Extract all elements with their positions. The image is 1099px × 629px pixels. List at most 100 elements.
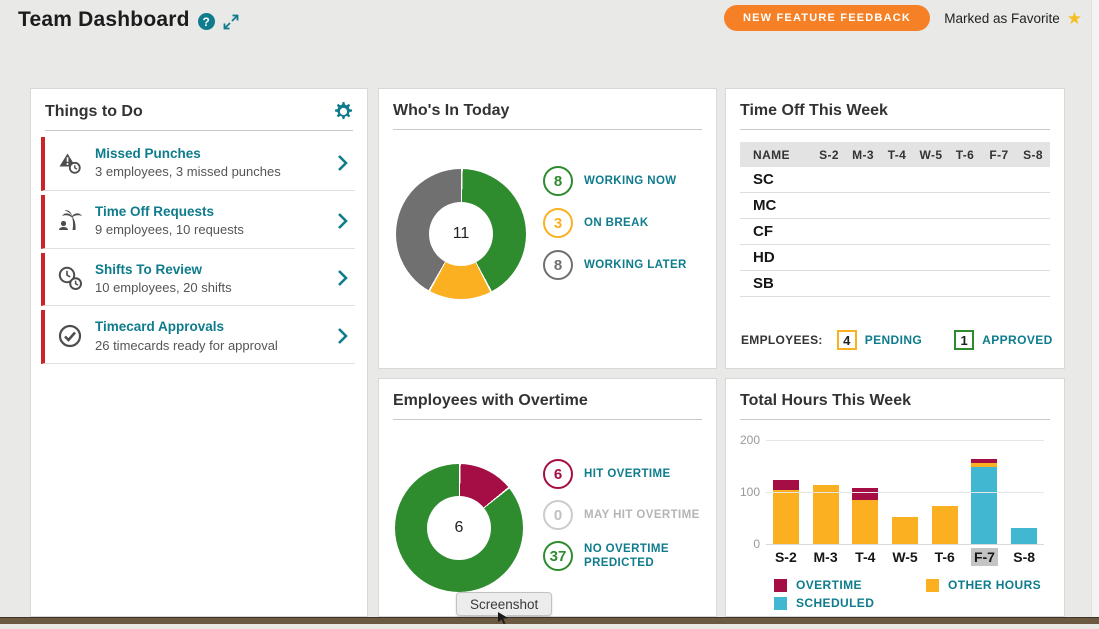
expand-icon[interactable] (223, 14, 239, 30)
employees-label: EMPLOYEES: (741, 333, 823, 347)
legend-label: SCHEDULED (796, 596, 874, 610)
whos-in-legend: 8 WORKING NOW 3 ON BREAK 8 WORKING LATER (543, 166, 687, 280)
whos-in-today-title: Who's In Today (393, 102, 509, 120)
bar-segment-other-hours (852, 500, 878, 544)
chevron-right-icon (337, 269, 351, 287)
x-axis-label-t-4: T-4 (845, 549, 885, 565)
time-off-column-t-6: T-6 (948, 148, 982, 162)
x-axis-label-s-2: S-2 (766, 549, 806, 565)
time-off-column-f-7: F-7 (982, 148, 1016, 162)
bar-segment-overtime (773, 480, 799, 491)
legend-swatch (774, 597, 787, 610)
legend-item-hit-overtime: 6HIT OVERTIME (543, 459, 702, 489)
scrollbar-track[interactable] (1091, 0, 1099, 624)
bar-segment-other-hours (892, 517, 918, 544)
legend-label: WORKING NOW (584, 174, 677, 188)
legend-item-on-break: 3 ON BREAK (543, 208, 687, 238)
time-off-column-s-2: S-2 (812, 148, 846, 162)
time-off-row-hd: HD (740, 245, 1050, 271)
y-axis-tick: 200 (730, 433, 760, 447)
time-off-row-sc: SC (740, 167, 1050, 193)
overtime-legend: 6HIT OVERTIME0MAY HIT OVERTIME37NO OVERT… (543, 459, 702, 571)
legend-count-badge: 8 (543, 250, 573, 280)
total-hours-legend: OVERTIMEOTHER HOURSSCHEDULED (774, 578, 1041, 610)
overtime-donut-chart: 6 (395, 464, 523, 592)
things-to-do-card: Things to Do Missed Punches3 employees, … (30, 88, 368, 617)
employee-initials: SC (740, 171, 812, 188)
gear-icon[interactable] (334, 102, 353, 121)
page-header: Team Dashboard ? (18, 8, 239, 32)
legend-count-badge: 37 (543, 541, 573, 571)
star-icon[interactable]: ★ (1067, 10, 1082, 27)
whos-in-donut-chart: 11 (396, 169, 526, 299)
chevron-right-icon (337, 212, 351, 230)
legend-label: WORKING LATER (584, 258, 687, 272)
legend-label: OVERTIME (796, 578, 862, 592)
legend-item-working-now: 8 WORKING NOW (543, 166, 687, 196)
gridline (766, 544, 1044, 545)
todo-item-missed-punches[interactable]: Missed Punches3 employees, 3 missed punc… (41, 137, 355, 191)
favorite-label: Marked as Favorite (944, 11, 1060, 26)
pending-label: PENDING (865, 333, 922, 347)
shifts-icon (56, 265, 84, 291)
todo-item-subtitle: 9 employees, 10 requests (95, 221, 326, 239)
approved-count-box: 1 (954, 330, 974, 350)
legend-swatch (774, 579, 787, 592)
legend-count-badge: 6 (543, 459, 573, 489)
employee-initials: HD (740, 249, 812, 266)
x-axis-label-s-8: S-8 (1004, 549, 1044, 565)
favorite-indicator: Marked as Favorite ★ (944, 10, 1082, 27)
time-off-column-s-8: S-8 (1016, 148, 1050, 162)
chevron-right-icon (337, 154, 351, 172)
vacation-icon (56, 208, 84, 234)
overtime-total: 6 (427, 496, 491, 560)
total-hours-x-axis: S-2M-3T-4W-5T-6F-7S-8 (766, 549, 1044, 565)
legend-count-badge: 3 (543, 208, 573, 238)
chevron-right-icon (337, 327, 351, 345)
y-axis-tick: 0 (730, 537, 760, 551)
approved-label: APPROVED (982, 333, 1053, 347)
total-hours-title: Total Hours This Week (740, 392, 911, 410)
gridline (766, 440, 1044, 441)
bottom-window-edge (0, 617, 1099, 624)
time-off-row-cf: CF (740, 219, 1050, 245)
legend-count-badge: 8 (543, 166, 573, 196)
tooltip-text: Screenshot (470, 597, 538, 612)
bar-segment-scheduled (971, 467, 997, 544)
x-axis-label-f-7: F-7 (965, 549, 1005, 565)
time-off-table: NAMES-2M-3T-4W-5T-6F-7S-8SCMCCFHDSB (740, 142, 1050, 297)
bar-segment-other-hours (932, 506, 958, 544)
new-feature-feedback-button[interactable]: NEW FEATURE FEEDBACK (724, 5, 930, 31)
employee-initials: MC (740, 197, 812, 214)
legend-label: ON BREAK (584, 216, 649, 230)
help-icon[interactable]: ? (198, 13, 215, 30)
employee-initials: CF (740, 223, 812, 240)
todo-item-shifts-to-review[interactable]: Shifts To Review10 employees, 20 shifts (41, 253, 355, 307)
time-off-row-mc: MC (740, 193, 1050, 219)
todo-item-title: Time Off Requests (95, 203, 326, 221)
todo-item-title: Timecard Approvals (95, 318, 326, 336)
x-axis-label-t-6: T-6 (925, 549, 965, 565)
time-off-column-m-3: M-3 (846, 148, 880, 162)
legend-swatch (926, 579, 939, 592)
bar-segment-other-hours (773, 490, 799, 544)
time-off-row-sb: SB (740, 271, 1050, 297)
todo-item-time-off-requests[interactable]: Time Off Requests9 employees, 10 request… (41, 195, 355, 249)
legend-item-no-overtime-predicted: 37NO OVERTIME PREDICTED (543, 541, 702, 571)
todo-item-subtitle: 26 timecards ready for approval (95, 337, 326, 355)
overtime-card: Employees with Overtime 6 6HIT OVERTIME0… (378, 378, 717, 617)
hours-legend-overtime: OVERTIME (774, 578, 926, 592)
pending-count-box: 4 (837, 330, 857, 350)
page-title: Team Dashboard (18, 8, 190, 32)
todo-item-timecard-approvals[interactable]: Timecard Approvals26 timecards ready for… (41, 310, 355, 364)
time-off-title: Time Off This Week (740, 102, 888, 120)
approval-icon (56, 323, 84, 349)
total-hours-card: Total Hours This Week 0100200 S-2M-3T-4W… (725, 378, 1065, 617)
overtime-title: Employees with Overtime (393, 392, 588, 410)
bar-segment-other-hours (813, 485, 839, 544)
time-off-week-card: Time Off This Week NAMES-2M-3T-4W-5T-6F-… (725, 88, 1065, 369)
mouse-cursor (497, 611, 510, 629)
todo-item-title: Shifts To Review (95, 261, 326, 279)
legend-item-working-later: 8 WORKING LATER (543, 250, 687, 280)
time-off-column-t-4: T-4 (880, 148, 914, 162)
